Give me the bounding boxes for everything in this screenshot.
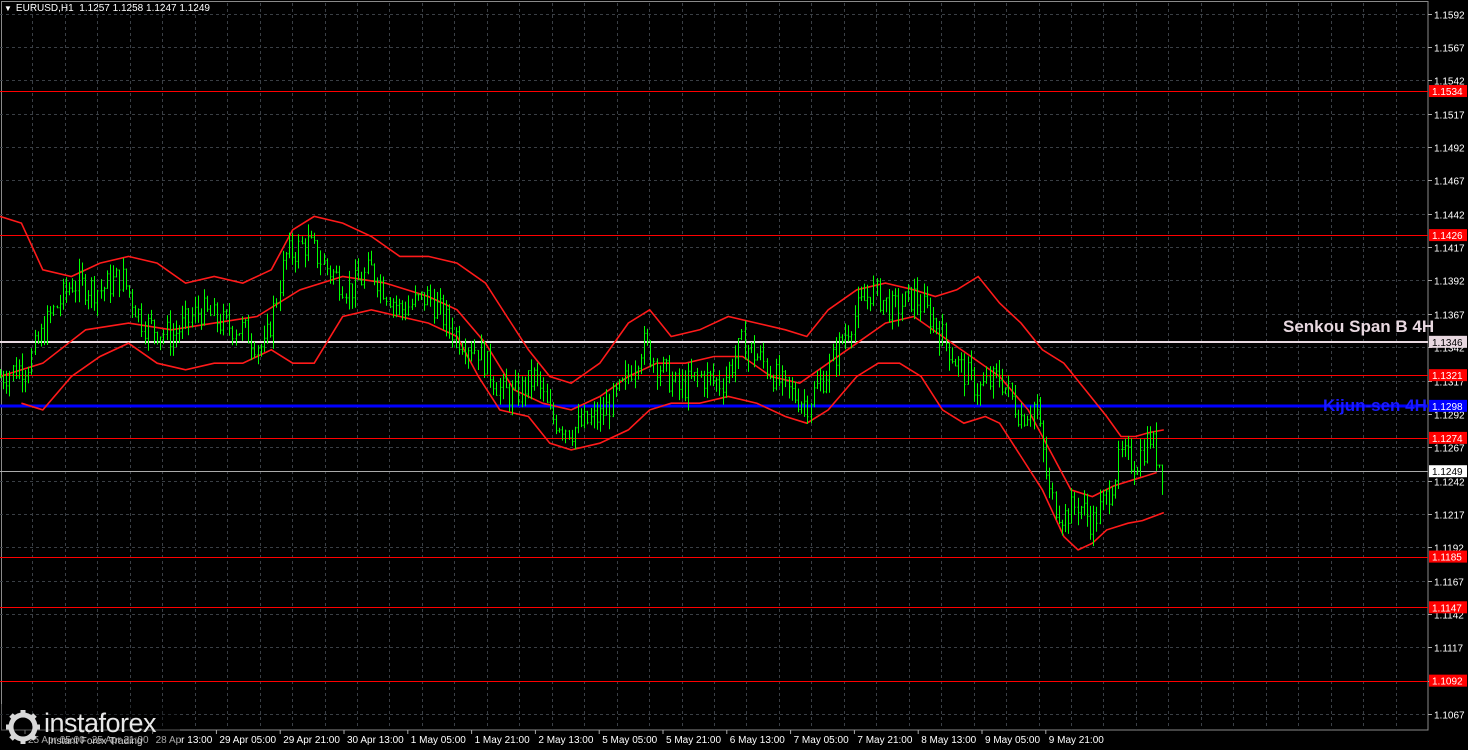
watermark-tagline: Instant Forex Trading: [48, 736, 143, 747]
x-tick-label: 5 May 21:00: [666, 735, 721, 746]
kijun-sen-label: Kijun-sen 4H: [1323, 396, 1427, 415]
y-tick-label: 1.1267: [1434, 444, 1465, 455]
y-tick-label: 1.1067: [1434, 711, 1465, 722]
y-tick-label: 1.1442: [1434, 211, 1465, 222]
watermark: instaforex Instant Forex Trading: [0, 704, 180, 750]
x-tick-label: 6 May 13:00: [730, 735, 785, 746]
chart-header: ▼ EURUSD,H1 1.1257 1.1258 1.1247 1.1249: [4, 3, 210, 14]
y-tick-label: 1.1242: [1434, 478, 1465, 489]
y-tick-label: 1.1592: [1434, 11, 1465, 22]
level-price-tag: 1.1185: [1432, 553, 1462, 564]
y-tick-label: 1.1167: [1434, 578, 1464, 589]
x-tick-label: 1 May 05:00: [411, 735, 466, 746]
level-price-tag: 1.1092: [1432, 677, 1463, 688]
x-tick-label: 5 May 05:00: [602, 735, 657, 746]
kijun-price-tag: 1.1298: [1432, 402, 1463, 413]
x-tick-label: 9 May 05:00: [985, 735, 1040, 746]
dropdown-triangle-icon[interactable]: ▼: [4, 4, 12, 13]
x-tick-label: 1 May 21:00: [475, 735, 530, 746]
x-tick-label: 8 May 13:00: [921, 735, 976, 746]
price-chart[interactable]: 1.15921.15671.15421.15171.14921.14671.14…: [0, 0, 1468, 750]
y-tick-label: 1.1367: [1434, 311, 1465, 322]
level-price-tag: 1.1147: [1432, 603, 1462, 614]
y-tick-label: 1.1567: [1434, 44, 1465, 55]
ohlc-values: 1.1257 1.1258 1.1247 1.1249: [79, 3, 210, 14]
instaforex-logo-icon: [6, 710, 40, 744]
level-price-tag: 1.1321: [1432, 371, 1463, 382]
x-tick-label: 2 May 13:00: [538, 735, 593, 746]
senkou-price-tag: 1.1346: [1432, 338, 1463, 349]
y-tick-label: 1.1492: [1434, 144, 1465, 155]
y-tick-label: 1.1217: [1434, 511, 1465, 522]
watermark-brand: instaforex: [44, 708, 157, 738]
x-tick-label: 9 May 21:00: [1049, 735, 1104, 746]
y-tick-label: 1.1117: [1434, 644, 1464, 655]
current-price-tag: 1.1249: [1432, 467, 1463, 478]
y-tick-label: 1.1392: [1434, 277, 1465, 288]
x-tick-label: 29 Apr 21:00: [283, 735, 340, 746]
symbol-label: EURUSD,H1: [15, 3, 74, 14]
y-tick-label: 1.1417: [1434, 244, 1465, 255]
level-price-tag: 1.1534: [1432, 87, 1463, 98]
x-tick-label: 30 Apr 13:00: [347, 735, 404, 746]
level-price-tag: 1.1274: [1432, 434, 1463, 445]
level-price-tag: 1.1426: [1432, 231, 1463, 242]
y-tick-label: 1.1467: [1434, 177, 1465, 188]
senkou-span-b-label: Senkou Span B 4H: [1283, 317, 1435, 336]
x-tick-label: 7 May 21:00: [857, 735, 912, 746]
x-tick-label: 29 Apr 05:00: [219, 735, 276, 746]
x-tick-label: 7 May 05:00: [794, 735, 849, 746]
y-tick-label: 1.1517: [1434, 111, 1465, 122]
